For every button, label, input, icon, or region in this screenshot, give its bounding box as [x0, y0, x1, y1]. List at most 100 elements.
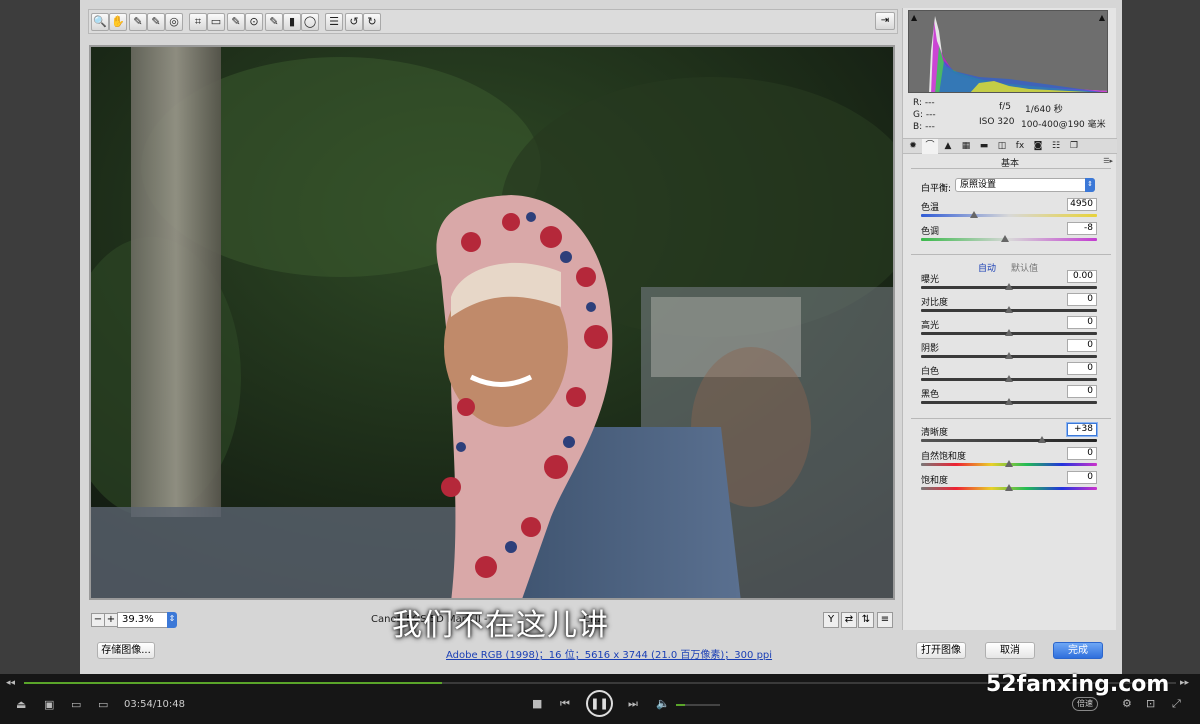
slider-track-shadows[interactable]	[921, 352, 1097, 359]
tab-camera-icon[interactable]: ◙	[1030, 139, 1046, 154]
slider-track-contrast[interactable]	[921, 306, 1097, 313]
copy-settings-icon[interactable]: ⇅	[858, 612, 874, 628]
back-icon[interactable]: ◂◂	[6, 678, 15, 688]
red-eye-icon[interactable]: ⊙	[245, 13, 263, 31]
next-icon[interactable]: ⏭	[628, 697, 638, 711]
tab-presets-icon[interactable]: ☷	[1048, 139, 1064, 154]
screen-icon[interactable]: ▣	[44, 698, 54, 711]
histogram-graph	[929, 16, 1107, 92]
slider-thumb-whites[interactable]	[1005, 375, 1013, 382]
open-image-button[interactable]: 打开图像	[916, 642, 966, 659]
slider-track-temp[interactable]	[921, 211, 1097, 218]
crop-icon[interactable]: ⌗	[189, 13, 207, 31]
default-link[interactable]: 默认值	[1011, 261, 1038, 274]
slider-track-tint[interactable]	[921, 235, 1097, 242]
slider-thumb-vibrance[interactable]	[1005, 460, 1013, 467]
target-adjust-icon[interactable]: ◎	[165, 13, 183, 31]
rotate-cw-icon[interactable]: ↻	[363, 13, 381, 31]
tab-split-toning-icon[interactable]: ▬	[976, 139, 992, 154]
highlight-clip-icon[interactable]: ▲	[1099, 13, 1105, 22]
white-balance-select[interactable]: 原照设置 ⇕	[955, 178, 1095, 192]
slider-value-saturation[interactable]: 0	[1067, 471, 1097, 484]
slider-track-blacks[interactable]	[921, 398, 1097, 405]
settings-icon[interactable]: ⚙	[1122, 697, 1132, 710]
slider-thumb-contrast[interactable]	[1005, 306, 1013, 313]
forward-icon[interactable]: ▸▸	[1180, 678, 1189, 688]
slider-track-clarity[interactable]	[921, 436, 1097, 443]
save-image-button[interactable]: 存储图像...	[97, 642, 155, 659]
slider-track-highlights[interactable]	[921, 329, 1097, 336]
speed-button[interactable]: 倍速	[1072, 697, 1098, 711]
shutter-speed: 1/640 秒	[1025, 105, 1063, 115]
color-sampler-icon[interactable]: ✎	[147, 13, 165, 31]
shadow-clip-icon[interactable]: ▲	[911, 13, 917, 22]
spot-removal-icon[interactable]: ✎	[227, 13, 245, 31]
section-menu-icon[interactable]: ☰▸	[1103, 157, 1113, 165]
previous-icon[interactable]: ⏮	[560, 697, 570, 711]
slider-value-highlights[interactable]: 0	[1067, 316, 1097, 329]
slider-thumb-tint[interactable]	[1001, 235, 1010, 242]
slider-value-exposure[interactable]: 0.00	[1067, 270, 1097, 283]
slider-track-vibrance[interactable]	[921, 460, 1097, 467]
slider-label-exposure: 曝光	[921, 275, 940, 285]
zoom-out-icon[interactable]: −	[91, 613, 105, 627]
slider-thumb-saturation[interactable]	[1005, 484, 1013, 491]
image-preview[interactable]	[89, 45, 895, 600]
eject-icon[interactable]: ⏏	[16, 698, 26, 711]
slider-value-vibrance[interactable]: 0	[1067, 447, 1097, 460]
adjustment-panel: ▲ ▲ R: --- G: --- B: --- f/5 1/640 秒 ISO…	[902, 8, 1117, 630]
straighten-icon[interactable]: ▭	[207, 13, 225, 31]
slider-value-whites[interactable]: 0	[1067, 362, 1097, 375]
tab-detail-icon[interactable]: ▲	[940, 139, 956, 154]
slider-value-blacks[interactable]: 0	[1067, 385, 1097, 398]
slider-thumb-shadows[interactable]	[1005, 352, 1013, 359]
watermark: 52fanxing.com	[986, 672, 1170, 697]
slider-value-shadows[interactable]: 0	[1067, 339, 1097, 352]
danmaku-icon[interactable]: ▭	[71, 698, 81, 711]
zoom-in-icon[interactable]: +	[104, 613, 118, 627]
slider-track-exposure[interactable]	[921, 283, 1097, 290]
pause-button[interactable]: ❚❚	[586, 690, 613, 717]
preferences-icon[interactable]: ☰	[325, 13, 343, 31]
slider-value-tint[interactable]: -8	[1067, 222, 1097, 235]
lock-icon[interactable]: ⊡	[1146, 697, 1155, 710]
slider-thumb-clarity[interactable]	[1038, 436, 1047, 443]
tab-hsl-icon[interactable]: ▦	[958, 139, 974, 154]
slider-track-whites[interactable]	[921, 375, 1097, 382]
swap-icon[interactable]: ⇄	[841, 612, 857, 628]
done-button[interactable]: 完成	[1053, 642, 1103, 659]
radial-filter-icon[interactable]: ◯	[301, 13, 319, 31]
slider-value-temp[interactable]: 4950	[1067, 198, 1097, 211]
cancel-button[interactable]: 取消	[985, 642, 1035, 659]
graduated-filter-icon[interactable]: ▮	[283, 13, 301, 31]
volume-icon[interactable]: 🔈	[656, 697, 670, 710]
adjustment-brush-icon[interactable]: ✎	[265, 13, 283, 31]
tab-lens-icon[interactable]: ◫	[994, 139, 1010, 154]
chat-icon[interactable]: ▭	[98, 698, 108, 711]
rotate-ccw-icon[interactable]: ↺	[345, 13, 363, 31]
slider-thumb-exposure[interactable]	[1005, 283, 1013, 290]
slider-thumb-highlights[interactable]	[1005, 329, 1013, 336]
stop-icon[interactable]: ■	[532, 697, 542, 710]
slider-track-saturation[interactable]	[921, 484, 1097, 491]
toggle-icon[interactable]: ≡	[877, 612, 893, 628]
fullscreen-icon[interactable]: ⤢	[1172, 697, 1181, 711]
tab-fx-icon[interactable]: fx	[1012, 139, 1028, 154]
export-icon[interactable]: ⇥	[875, 12, 895, 30]
zoom-dropdown-icon[interactable]: ⇕	[167, 612, 177, 628]
white-balance-icon[interactable]: ✎	[129, 13, 147, 31]
workflow-options-link[interactable]: Adobe RGB (1998)；16 位；5616 x 3744 (21.0 …	[446, 646, 772, 661]
auto-link[interactable]: 自动	[978, 261, 996, 274]
zoom-icon[interactable]: 🔍	[91, 13, 109, 31]
slider-value-contrast[interactable]: 0	[1067, 293, 1097, 306]
tab-snapshots-icon[interactable]: ❐	[1066, 139, 1082, 154]
before-after-icon[interactable]: Y	[823, 612, 839, 628]
zoom-field[interactable]: 39.3%	[117, 612, 169, 628]
slider-thumb-blacks[interactable]	[1005, 398, 1013, 405]
volume-slider[interactable]	[676, 704, 720, 706]
tab-tone-curve-icon[interactable]: ⌒	[922, 139, 938, 154]
slider-value-clarity[interactable]: +38	[1067, 423, 1097, 436]
tab-basic-icon[interactable]: ✹	[905, 139, 921, 154]
slider-thumb-temp[interactable]	[969, 211, 978, 218]
hand-icon[interactable]: ✋	[109, 13, 127, 31]
